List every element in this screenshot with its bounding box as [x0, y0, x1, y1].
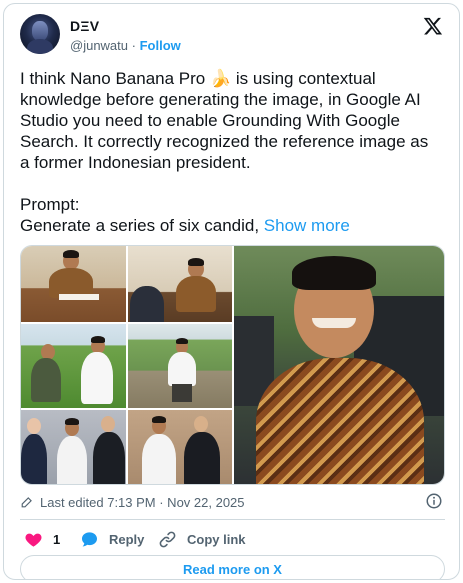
tweet-text: I think Nano Banana Pro 🍌 is using conte…: [20, 68, 440, 236]
like-count: 1: [53, 531, 61, 547]
reply-bubble-icon: [81, 531, 98, 546]
reply-button[interactable]: Reply: [80, 528, 144, 550]
media-image-4[interactable]: [128, 324, 232, 408]
pencil-icon: [21, 497, 32, 508]
info-icon[interactable]: [425, 492, 443, 510]
media-grid[interactable]: [20, 245, 445, 485]
media-image-6[interactable]: [128, 410, 232, 484]
follow-button[interactable]: Follow: [140, 38, 181, 53]
media-image-2[interactable]: [128, 246, 232, 322]
action-bar: 1 Reply Copy link: [20, 528, 445, 550]
tweet-body: I think Nano Banana Pro 🍌 is using conte…: [20, 69, 429, 235]
media-image-1[interactable]: [21, 246, 126, 322]
author-handle-row: @junwatu · Follow: [70, 38, 181, 53]
like-button[interactable]: 1: [24, 528, 60, 550]
x-logo-icon[interactable]: [423, 16, 443, 36]
link-icon: [159, 531, 176, 547]
heart-icon: [25, 533, 42, 547]
author-display-name[interactable]: DΞV: [70, 18, 99, 34]
copy-link-label: Copy link: [187, 531, 246, 547]
separator-dot: ·: [131, 38, 136, 53]
copy-link-button[interactable]: Copy link: [158, 528, 246, 550]
avatar[interactable]: [20, 14, 60, 54]
author-handle[interactable]: @junwatu: [70, 38, 128, 53]
tweet-meta: Last edited 7:13 PM · Nov 22, 2025: [20, 491, 445, 513]
tweet-embed-card: DΞV @junwatu · Follow I think Nano Banan…: [3, 3, 460, 580]
read-more-button[interactable]: Read more on X: [20, 555, 445, 579]
reply-label: Reply: [109, 531, 145, 547]
media-image-3[interactable]: [21, 324, 126, 408]
edited-timestamp[interactable]: Last edited 7:13 PM · Nov 22, 2025: [40, 495, 245, 510]
media-image-7[interactable]: [234, 246, 444, 484]
show-more-link[interactable]: Show more: [264, 216, 350, 235]
media-image-5[interactable]: [21, 410, 126, 484]
divider: [20, 519, 445, 520]
tweet-header: DΞV @junwatu · Follow: [20, 14, 445, 58]
